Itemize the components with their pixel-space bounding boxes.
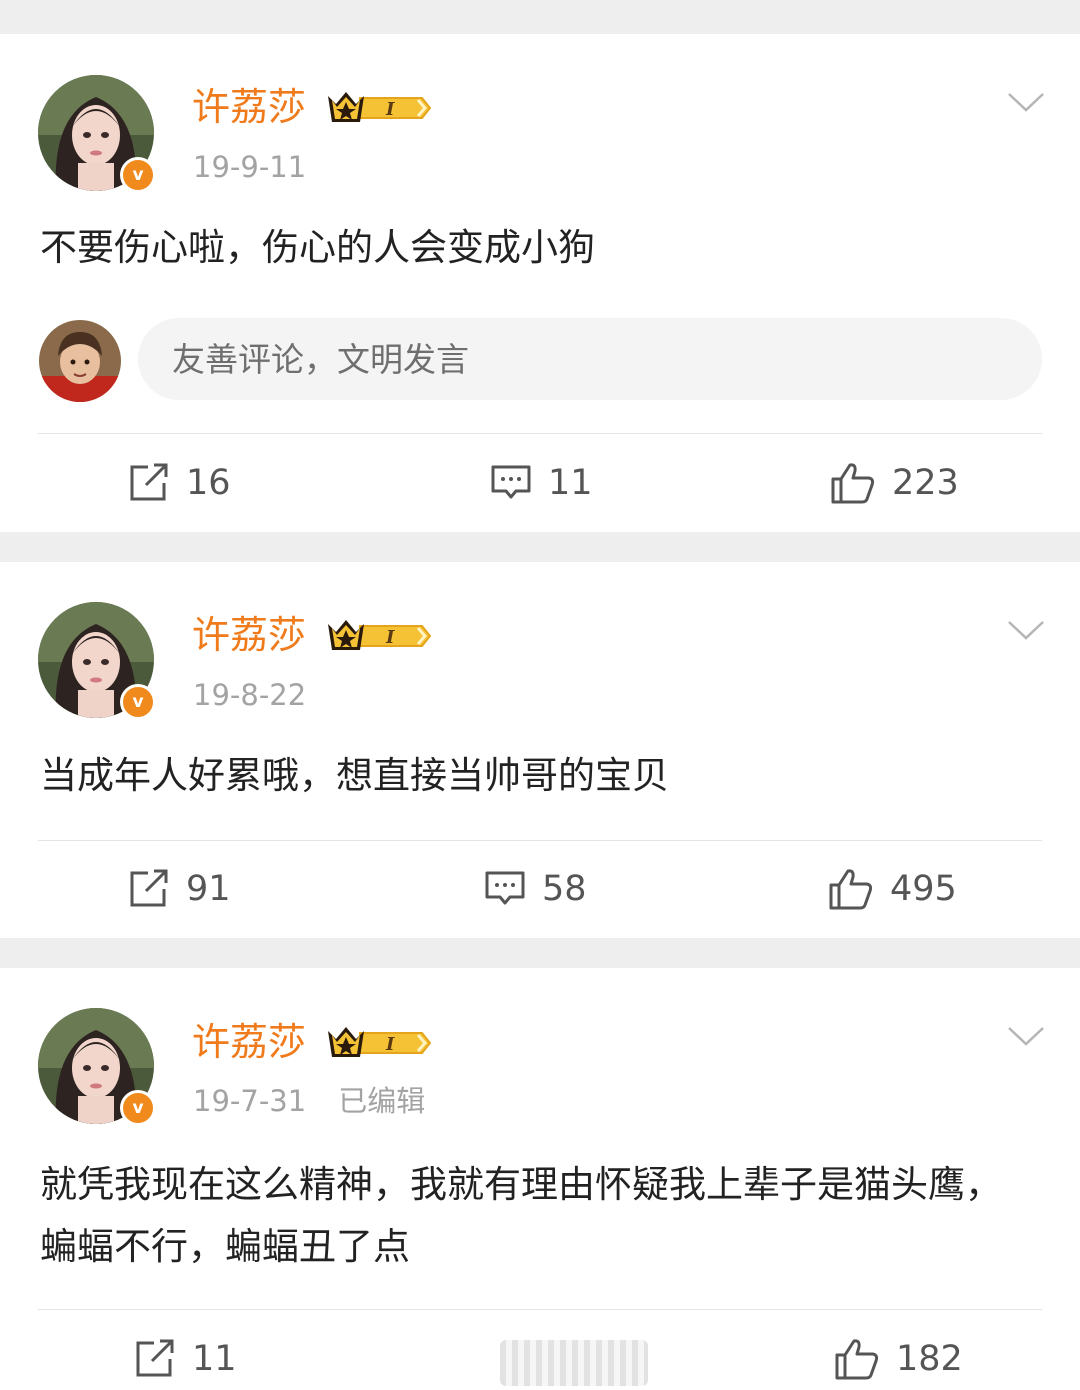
thumbs-up-icon xyxy=(831,463,875,504)
vip-level-label: I xyxy=(385,99,395,120)
comment-count: 58 xyxy=(542,869,587,909)
repost-count: 11 xyxy=(192,1339,237,1379)
comment-count: 11 xyxy=(548,463,593,503)
post-card: v 许荔莎 I 19-8-22 当成年人好累哦，想直接当帅哥的宝贝 91 58 … xyxy=(0,562,1080,938)
comment-composer xyxy=(38,318,1042,402)
crown-vip-icon[interactable]: I xyxy=(326,616,432,656)
crown-vip-icon[interactable]: I xyxy=(326,88,432,128)
comment-button[interactable]: 11 xyxy=(490,458,593,508)
like-count: 495 xyxy=(890,869,957,909)
post-text: 不要伤心啦，伤心的人会变成小狗 xyxy=(40,226,595,269)
post-text: 当成年人好累哦，想直接当帅哥的宝贝 xyxy=(40,754,669,797)
post-date: 19-9-11 xyxy=(193,150,307,184)
divider xyxy=(38,433,1042,434)
repost-icon xyxy=(130,463,168,501)
post-meta: 19-9-11 xyxy=(193,150,306,184)
repost-icon xyxy=(136,1339,174,1377)
repost-button[interactable]: 11 xyxy=(134,1334,237,1384)
crown-vip-icon[interactable]: I xyxy=(326,1023,432,1063)
verified-badge-icon: v xyxy=(120,1090,156,1126)
comment-icon xyxy=(491,465,531,499)
post-card: v 许荔莎 I 19-7-31 已编辑 就凭我现在这么精神，我就有理由怀疑我上辈子… xyxy=(0,968,1080,1390)
post-date: 19-7-31 xyxy=(193,1084,307,1118)
repost-icon xyxy=(130,869,168,907)
comment-input[interactable] xyxy=(138,318,1042,400)
divider xyxy=(38,840,1042,841)
repost-count: 91 xyxy=(186,869,231,909)
vip-level-label: I xyxy=(385,1034,395,1055)
thumbs-up-icon xyxy=(835,1339,879,1380)
like-count: 223 xyxy=(892,463,959,503)
repost-count: 16 xyxy=(186,463,231,503)
like-button[interactable]: 182 xyxy=(834,1334,963,1384)
like-button[interactable]: 495 xyxy=(828,864,957,914)
weibo-feed: v 许荔莎 I 19-9-11 不要伤心啦，伤心的人会变成小狗 友善评论，文明发… xyxy=(0,0,1080,1390)
divider xyxy=(38,1309,1042,1310)
repost-button[interactable]: 91 xyxy=(128,864,231,914)
chevron-down-icon[interactable] xyxy=(1006,90,1046,114)
repost-button[interactable]: 16 xyxy=(128,458,231,508)
thumbs-up-icon xyxy=(829,869,873,910)
edited-label[interactable]: 已编辑 xyxy=(338,1084,425,1118)
post-meta: 19-7-31 已编辑 xyxy=(193,1084,425,1118)
like-count: 182 xyxy=(896,1339,963,1379)
post-text: 就凭我现在这么精神，我就有理由怀疑我上辈子是猫头鹰，蝙蝠不行，蝙蝠丑了点 xyxy=(40,1163,1002,1268)
comment-button[interactable]: 58 xyxy=(484,864,587,914)
obscured-comment-button[interactable] xyxy=(500,1340,648,1386)
comment-icon xyxy=(485,871,525,905)
chevron-down-icon[interactable] xyxy=(1006,1024,1046,1048)
post-card: v 许荔莎 I 19-9-11 不要伤心啦，伤心的人会变成小狗 友善评论，文明发… xyxy=(0,34,1080,532)
like-button[interactable]: 223 xyxy=(830,458,959,508)
post-meta: 19-8-22 xyxy=(193,678,306,712)
verified-badge-icon: v xyxy=(120,157,156,193)
author-name[interactable]: 许荔莎 xyxy=(192,84,306,130)
author-name[interactable]: 许荔莎 xyxy=(192,1019,306,1065)
current-user-avatar[interactable] xyxy=(38,320,122,402)
vip-level-label: I xyxy=(385,627,395,648)
chevron-down-icon[interactable] xyxy=(1006,618,1046,642)
verified-badge-icon: v xyxy=(120,684,156,720)
author-name[interactable]: 许荔莎 xyxy=(192,612,306,658)
post-date: 19-8-22 xyxy=(193,678,307,712)
